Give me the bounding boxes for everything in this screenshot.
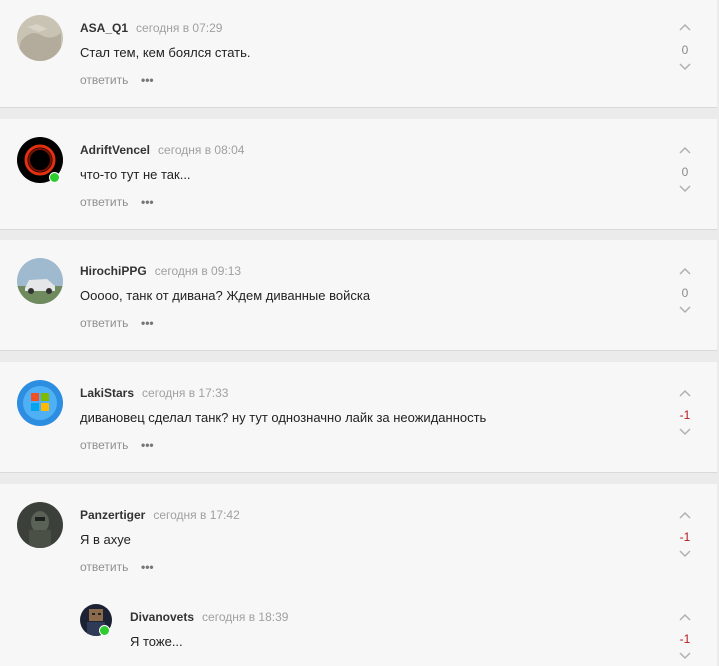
comment-text: Ооооо, танк от дивана? Ждем диванные вой… bbox=[80, 288, 371, 303]
downvote-button[interactable] bbox=[678, 428, 692, 440]
avatar[interactable] bbox=[17, 502, 63, 548]
chevron-down-icon bbox=[678, 185, 692, 197]
vote-score: 0 bbox=[681, 165, 689, 179]
more-options-button[interactable]: ••• bbox=[141, 316, 154, 330]
vote-score: -1 bbox=[679, 632, 691, 646]
comment-date: сегодня в 17:33 bbox=[142, 386, 229, 400]
reply-button[interactable]: ответить bbox=[80, 195, 128, 209]
comment-card: ASA_Q1 сегодня в 07:29 Стал тем, кем боял… bbox=[0, 0, 717, 108]
comment-meta: ASA_Q1 сегодня в 07:29 bbox=[80, 21, 222, 35]
chevron-down-icon bbox=[678, 652, 692, 664]
downvote-button[interactable] bbox=[678, 306, 692, 318]
more-options-button[interactable]: ••• bbox=[141, 195, 154, 209]
comment-meta: AdriftVencel сегодня в 08:04 bbox=[80, 143, 244, 157]
author-name[interactable]: Panzertiger bbox=[80, 508, 145, 522]
author-name[interactable]: LakiStars bbox=[80, 386, 134, 400]
chevron-down-icon bbox=[678, 550, 692, 562]
upvote-button[interactable] bbox=[678, 23, 692, 35]
downvote-button[interactable] bbox=[678, 652, 692, 664]
online-status-indicator bbox=[49, 172, 60, 183]
comment-text: дивановец сделал танк? ну тут однозначно… bbox=[80, 410, 487, 425]
comment-meta: HirochiPPG сегодня в 09:13 bbox=[80, 264, 241, 278]
online-status-indicator bbox=[99, 625, 110, 636]
comment-date: сегодня в 09:13 bbox=[154, 264, 242, 278]
comment-card: LakiStars сегодня в 17:33 дивановец сдела… bbox=[0, 362, 717, 473]
vote-score: 0 bbox=[681, 43, 689, 57]
avatar[interactable] bbox=[17, 380, 63, 426]
chevron-down-icon bbox=[678, 306, 692, 318]
comment-date: сегодня в 18:39 bbox=[202, 610, 289, 624]
reply-button[interactable]: ответить bbox=[80, 560, 128, 574]
comment-meta: Panzertiger сегодня в 17:42 bbox=[80, 508, 240, 522]
reply-button[interactable]: ответить bbox=[80, 73, 128, 87]
vote-score: -1 bbox=[679, 408, 691, 422]
chevron-down-icon bbox=[678, 63, 692, 75]
comment-text: Я тоже... bbox=[130, 634, 183, 649]
avatar[interactable] bbox=[17, 15, 63, 61]
more-options-button[interactable]: ••• bbox=[141, 560, 154, 574]
vote-score: -1 bbox=[679, 530, 691, 544]
upvote-button[interactable] bbox=[678, 511, 692, 523]
downvote-button[interactable] bbox=[678, 185, 692, 197]
reply-button[interactable]: ответить bbox=[80, 316, 128, 330]
comment-card: Panzertiger сегодня в 17:42 Я в ахуе отве… bbox=[0, 484, 717, 666]
author-name[interactable]: ASA_Q1 bbox=[80, 21, 128, 35]
chevron-up-icon bbox=[678, 511, 692, 523]
upvote-button[interactable] bbox=[678, 267, 692, 279]
reply-button[interactable]: ответить bbox=[80, 438, 128, 452]
downvote-button[interactable] bbox=[678, 63, 692, 75]
vote-score: 0 bbox=[681, 286, 689, 300]
comment-date: сегодня в 17:42 bbox=[153, 508, 240, 522]
author-name[interactable]: AdriftVencel bbox=[80, 143, 150, 157]
author-name[interactable]: HirochiPPG bbox=[80, 264, 147, 278]
comment-card: HirochiPPG сегодня в 09:13 Ооооо, танк от… bbox=[0, 240, 717, 351]
chevron-down-icon bbox=[678, 428, 692, 440]
chevron-up-icon bbox=[678, 613, 692, 625]
comment-text: Я в ахуе bbox=[80, 532, 131, 547]
comment-card: AdriftVencel сегодня в 08:04 что-то тут н… bbox=[0, 119, 717, 230]
chevron-up-icon bbox=[678, 23, 692, 35]
chevron-up-icon bbox=[678, 146, 692, 158]
avatar[interactable] bbox=[17, 258, 63, 304]
comment-text: Стал тем, кем боялся стать. bbox=[80, 45, 251, 60]
comment-date: сегодня в 08:04 bbox=[158, 143, 245, 157]
upvote-button[interactable] bbox=[678, 613, 692, 625]
upvote-button[interactable] bbox=[678, 389, 692, 401]
author-name[interactable]: Divanovets bbox=[130, 610, 194, 624]
comment-text: что-то тут не так... bbox=[80, 167, 191, 182]
more-options-button[interactable]: ••• bbox=[141, 438, 154, 452]
chevron-up-icon bbox=[678, 389, 692, 401]
more-options-button[interactable]: ••• bbox=[141, 73, 154, 87]
comment-meta: Divanovets сегодня в 18:39 bbox=[130, 610, 288, 624]
upvote-button[interactable] bbox=[678, 146, 692, 158]
comment-date: сегодня в 07:29 bbox=[136, 21, 223, 35]
downvote-button[interactable] bbox=[678, 550, 692, 562]
comment-meta: LakiStars сегодня в 17:33 bbox=[80, 386, 228, 400]
chevron-up-icon bbox=[678, 267, 692, 279]
